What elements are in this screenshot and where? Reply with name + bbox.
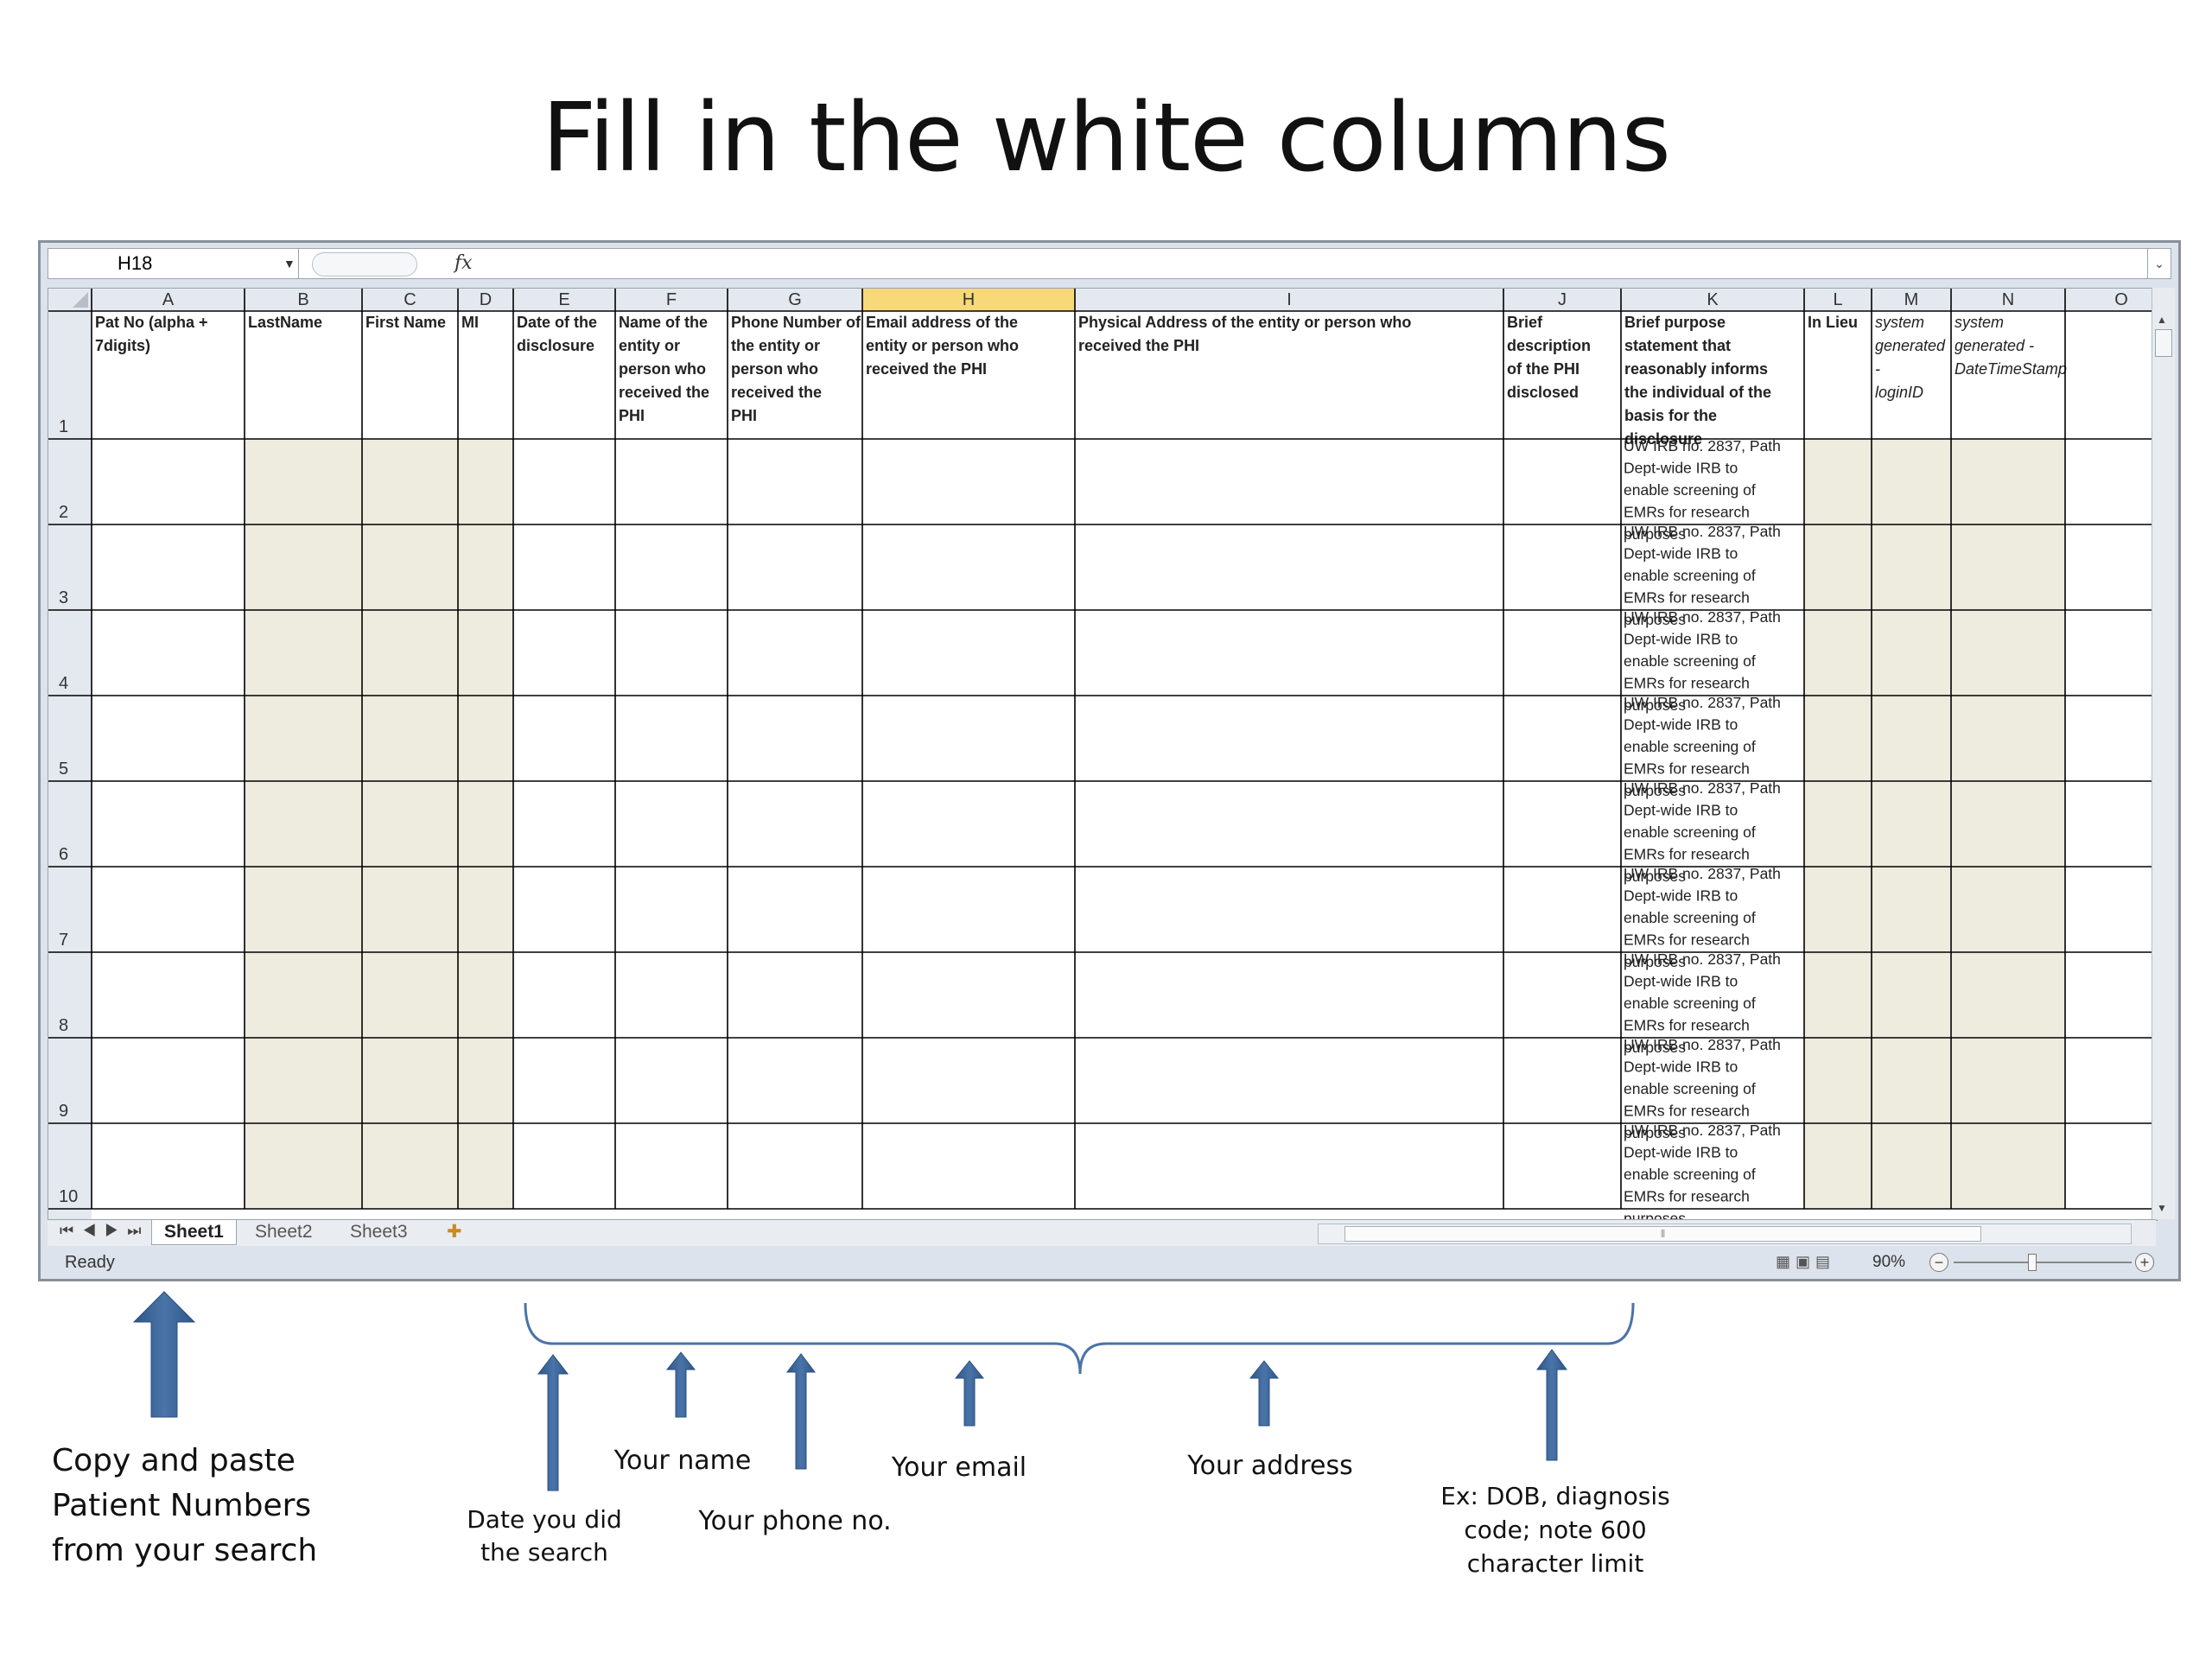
grouping-brace <box>524 1302 1635 1375</box>
arrow-icon-copy <box>132 1291 196 1418</box>
note-phone: Your phone no. <box>698 1506 892 1536</box>
note-date: Date you did the search <box>467 1505 622 1567</box>
note-address: Your address <box>1187 1451 1353 1481</box>
arrow-icon-example <box>1536 1349 1567 1461</box>
arrow-icon-name <box>665 1351 696 1418</box>
note-copy-paste: Copy and paste Patient Numbers from your… <box>52 1443 318 1568</box>
annotation-layer <box>132 1291 1635 1491</box>
arrow-icon-email <box>954 1360 985 1427</box>
note-example: Ex: DOB, diagnosis code; note 600 charac… <box>1440 1482 1670 1578</box>
note-name: Your name <box>613 1446 752 1476</box>
note-email: Your email <box>891 1452 1027 1483</box>
arrow-icon-address <box>1249 1360 1280 1427</box>
arrow-icon-phone <box>785 1353 817 1470</box>
arrow-icon-date <box>537 1354 569 1491</box>
